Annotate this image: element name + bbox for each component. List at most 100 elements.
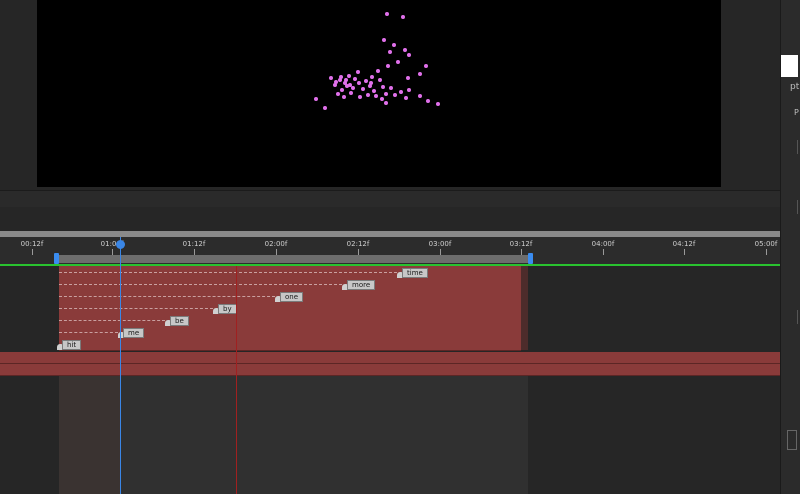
particle-dot [361, 87, 365, 91]
particle-dot [404, 96, 408, 100]
layer-keyframe-line [59, 308, 213, 309]
particle-dot [392, 43, 396, 47]
marker-label: hit [62, 340, 82, 350]
ruler-time-label: 02:12f [346, 240, 370, 248]
marker-guide-line [236, 266, 237, 494]
particle-dot [358, 95, 362, 99]
ruler-tick [32, 249, 33, 255]
particle-dot [366, 93, 370, 97]
particle-dot [426, 99, 430, 103]
marker-label: time [402, 268, 428, 278]
particle-dot [418, 72, 422, 76]
layer-tail [521, 278, 528, 290]
particle-dot [374, 94, 378, 98]
color-swatch[interactable] [781, 55, 798, 77]
particle-dot [378, 78, 382, 82]
work-area-start-handle[interactable] [54, 253, 59, 264]
particle-dot [351, 86, 355, 90]
particle-dot [376, 69, 380, 73]
particle-dot [389, 86, 393, 90]
particle-dot [385, 12, 389, 16]
layer-tail [521, 338, 528, 350]
particle-dot [370, 75, 374, 79]
particle-dot [353, 77, 357, 81]
particle-dot [314, 97, 318, 101]
layer-keyframe-line [59, 332, 118, 333]
marker-label: one [280, 292, 304, 302]
particle-dot [369, 81, 373, 85]
particle-dot [418, 94, 422, 98]
layer-tail [521, 266, 528, 278]
layer-keyframe-line [59, 284, 342, 285]
ruler-time-label: 01:12f [182, 240, 206, 248]
particle-dot [347, 74, 351, 78]
layer-tail [521, 326, 528, 338]
panel-divider [797, 200, 798, 214]
playhead-handle[interactable] [116, 240, 125, 249]
layer-tail [521, 290, 528, 302]
particle-dot [436, 102, 440, 106]
panel-divider [797, 310, 798, 324]
marker-label: by [218, 304, 237, 314]
particle-dot [407, 53, 411, 57]
work-area-end-handle[interactable] [528, 253, 533, 264]
timeline-tab-bar [0, 190, 780, 208]
layer-keyframe-line [59, 320, 165, 321]
particle-dot [372, 89, 376, 93]
ruler-time-label: 02:00f [264, 240, 288, 248]
ruler-time-label: 03:12f [509, 240, 533, 248]
particle-dot [323, 106, 327, 110]
particle-dot [403, 48, 407, 52]
full-layer-bar[interactable] [0, 352, 780, 364]
playhead-line[interactable] [120, 237, 121, 494]
ruler-tick [684, 249, 685, 255]
particle-dot [399, 90, 403, 94]
field-label: P [794, 108, 799, 117]
particle-dot [349, 91, 353, 95]
layer-tail [521, 302, 528, 314]
work-area-bar[interactable] [56, 255, 530, 263]
particle-dot [407, 88, 411, 92]
work-area-shade [59, 375, 528, 494]
unit-label: pt [790, 82, 800, 92]
marker-label: be [170, 316, 189, 326]
particle-dot [380, 97, 384, 101]
ruler-time-label: 05:00f [754, 240, 778, 248]
particle-dot [348, 83, 352, 87]
marker-label: more [347, 280, 376, 290]
particle-dot [338, 78, 342, 82]
ruler-time-label: 04:12f [672, 240, 696, 248]
particle-dot [364, 79, 368, 83]
marker-label: me [123, 328, 145, 338]
layer-keyframe-line [59, 272, 397, 273]
particle-dot [396, 60, 400, 64]
particle-dot [384, 92, 388, 96]
layer-tail [521, 314, 528, 326]
particle-dot [340, 88, 344, 92]
particle-dot [336, 92, 340, 96]
particle-dot [356, 70, 360, 74]
in-point-shade [59, 375, 121, 494]
particle-dot [388, 50, 392, 54]
layer-keyframe-line [59, 296, 275, 297]
particle-dot [329, 76, 333, 80]
particle-dot [384, 101, 388, 105]
full-layer-bar[interactable] [0, 364, 780, 376]
vertical-scroll-handle[interactable] [787, 430, 797, 450]
panel-divider [797, 140, 798, 154]
particle-dot [381, 85, 385, 89]
ruler-time-label: 04:00f [591, 240, 615, 248]
particle-dot [357, 81, 361, 85]
particle-dot [424, 64, 428, 68]
particle-dot [386, 64, 390, 68]
layer-bar[interactable] [59, 338, 521, 351]
particle-dot [333, 83, 337, 87]
particle-dot [342, 95, 346, 99]
ruler-time-label: 03:00f [428, 240, 452, 248]
composition-viewer[interactable] [37, 0, 721, 187]
ruler-tick [603, 249, 604, 255]
timeline-toolbar [0, 207, 780, 231]
particle-dot [406, 76, 410, 80]
particle-dot [382, 38, 386, 42]
ruler-time-label: 00:12f [20, 240, 44, 248]
